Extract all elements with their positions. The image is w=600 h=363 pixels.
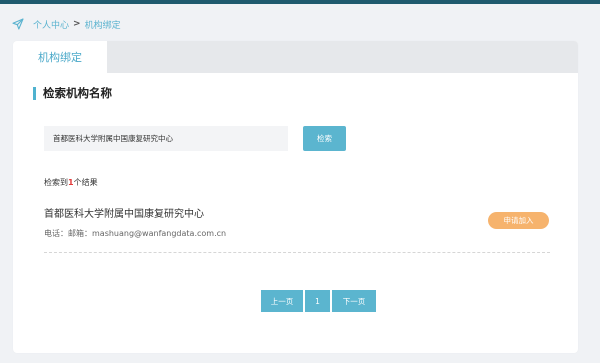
breadcrumb-item-personal-center[interactable]: 个人中心 bbox=[33, 18, 69, 31]
breadcrumb-item-institution-binding: 机构绑定 bbox=[84, 20, 121, 31]
section-title-text: 检索机构名称 bbox=[43, 86, 112, 100]
result-institution-name: 首都医科大学附属中国康复研究中心 bbox=[44, 209, 204, 220]
apply-join-button[interactable]: 申请加入 bbox=[488, 212, 549, 229]
tab-institution-binding[interactable]: 机构绑定 bbox=[13, 41, 107, 73]
top-header-strip bbox=[0, 0, 600, 4]
section-title-bar bbox=[33, 86, 36, 100]
institution-search-input[interactable] bbox=[44, 126, 288, 151]
search-button[interactable]: 检索 bbox=[303, 126, 346, 151]
section-title: 检索机构名称 bbox=[33, 86, 112, 100]
result-summary-suffix: 个结果 bbox=[73, 178, 98, 187]
result-summary: 检索到1个结果 bbox=[44, 177, 98, 188]
location-arrow-icon bbox=[12, 18, 24, 30]
main-card: 机构绑定 检索机构名称 检索 检索到1个结果 首都医科大学附属中国康复研究中心 … bbox=[13, 41, 578, 353]
tab-bar: 机构绑定 bbox=[13, 41, 578, 73]
result-divider bbox=[44, 252, 550, 253]
result-summary-prefix: 检索到 bbox=[44, 178, 68, 187]
breadcrumb: 个人中心 > 机构绑定 bbox=[12, 17, 121, 31]
result-contact-info: 电话：邮箱：mashuang@wanfangdata.com.cn bbox=[44, 229, 227, 238]
breadcrumb-separator: > bbox=[73, 19, 81, 29]
next-page-button[interactable]: 下一页 bbox=[332, 290, 376, 312]
prev-page-button[interactable]: 上一页 bbox=[261, 290, 303, 312]
page-number-button[interactable]: 1 bbox=[305, 290, 330, 312]
